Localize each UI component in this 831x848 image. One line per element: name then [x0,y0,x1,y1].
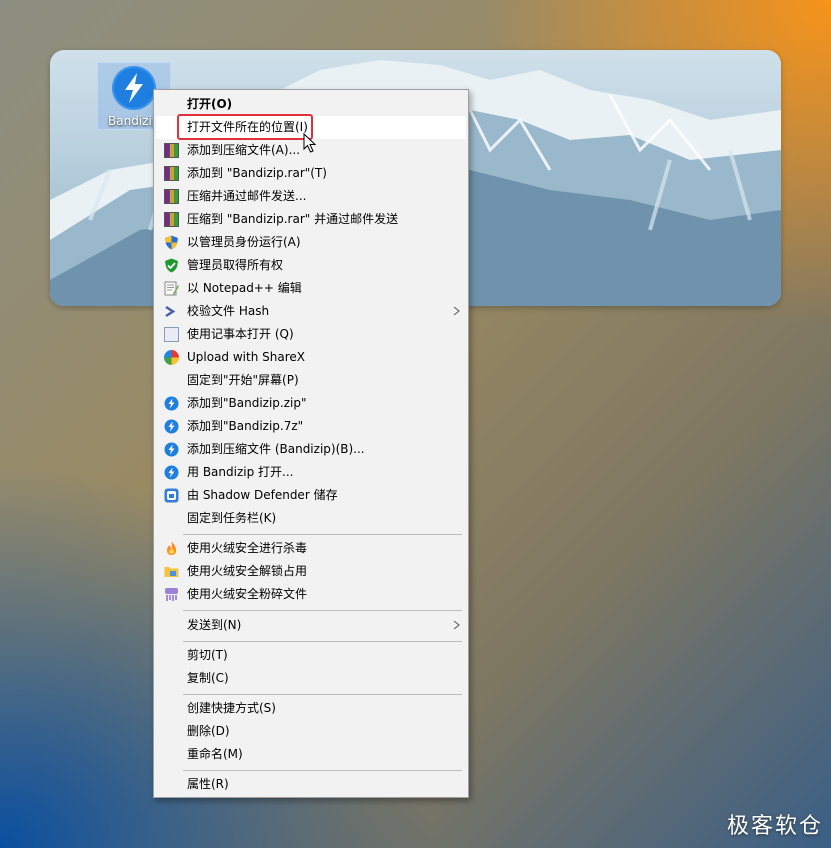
menu-item-hash[interactable]: 校验文件 Hash [156,300,466,323]
menu-item-delete[interactable]: 删除(D) [156,720,466,743]
mouse-pointer-icon [303,133,317,153]
menu-item-add-to-rar[interactable]: 添加到 "Bandizip.rar"(T) [156,162,466,185]
menu-item-open[interactable]: 打开(O) [156,93,466,116]
menu-item-label: 固定到任务栏(K) [187,511,277,525]
bandizip-icon [164,396,179,411]
menu-item-properties[interactable]: 属性(R) [156,773,466,796]
chevron-right-icon [453,620,460,630]
winrar-icon [164,212,179,227]
menu-item-huorong-unlock[interactable]: 使用火绒安全解锁占用 [156,560,466,583]
shadow-defender-icon [164,488,179,503]
menu-separator [183,534,462,535]
bandizip-icon [164,465,179,480]
menu-item-add-to-zip[interactable]: 添加到"Bandizip.zip" [156,392,466,415]
menu-item-label: 发送到(N) [187,618,242,632]
menu-item-send-to[interactable]: 发送到(N) [156,614,466,637]
menu-item-label: 删除(D) [187,724,230,738]
menu-item-copy[interactable]: 复制(C) [156,667,466,690]
menu-item-add-to-7z[interactable]: 添加到"Bandizip.7z" [156,415,466,438]
winrar-icon [164,143,179,158]
winrar-icon [164,189,179,204]
menu-separator [183,641,462,642]
huorong-fire-icon [167,541,176,555]
menu-separator [183,610,462,611]
menu-item-label: 添加到压缩文件(A)... [187,143,301,157]
menu-item-label: 由 Shadow Defender 储存 [187,488,338,502]
menu-item-huorong-shred[interactable]: 使用火绒安全粉碎文件 [156,583,466,606]
menu-item-add-to-archive-bandizip[interactable]: 添加到压缩文件 (Bandizip)(B)... [156,438,466,461]
desktop-icon-label: Bandizip [108,114,160,128]
menu-item-label: 用 Bandizip 打开... [187,465,294,479]
menu-item-take-ownership[interactable]: 管理员取得所有权 [156,254,466,277]
menu-item-label: 使用火绒安全解锁占用 [187,564,308,578]
menu-separator [183,694,462,695]
menu-item-upload-sharex[interactable]: Upload with ShareX [156,346,466,369]
menu-item-open-with-notepad[interactable]: 使用记事本打开 (Q) [156,323,466,346]
menu-item-label: 压缩到 "Bandizip.rar" 并通过邮件发送 [187,212,399,226]
menu-item-label: 校验文件 Hash [187,304,270,318]
watermark-text: 极客软仓 [726,814,823,839]
menu-item-label: 固定到"开始"屏幕(P) [187,373,299,387]
menu-item-rename[interactable]: 重命名(M) [156,743,466,766]
menu-item-label: 添加到压缩文件 (Bandizip)(B)... [187,442,365,456]
notepadpp-icon [164,281,179,296]
menu-item-shadow-defender[interactable]: 由 Shadow Defender 储存 [156,484,466,507]
menu-item-edit-with-notepadpp[interactable]: 以 Notepad++ 编辑 [156,277,466,300]
menu-item-label: 复制(C) [187,671,229,685]
highlight-annotation-box [177,114,313,140]
menu-item-label: 使用火绒安全粉碎文件 [187,587,308,601]
menu-item-create-shortcut[interactable]: 创建快捷方式(S) [156,697,466,720]
menu-item-compress-to-rar-and-email[interactable]: 压缩到 "Bandizip.rar" 并通过邮件发送 [156,208,466,231]
menu-item-label: 使用记事本打开 (Q) [187,327,294,341]
menu-item-label: 剪切(T) [187,648,228,662]
menu-item-label: 以 Notepad++ 编辑 [187,281,302,295]
bandizip-icon [164,419,179,434]
menu-item-label: 属性(R) [187,777,229,791]
bandizip-logo-icon [112,66,156,110]
context-menu: 打开(O) 打开文件所在的位置(I) 添加到压缩文件(A)... 添加到 "Ba… [153,89,469,798]
menu-item-label: 使用火绒安全进行杀毒 [187,541,308,555]
bandizip-icon [164,442,179,457]
menu-item-label: 管理员取得所有权 [187,258,284,272]
notepad-icon [164,327,179,342]
menu-item-pin-to-start[interactable]: 固定到"开始"屏幕(P) [156,369,466,392]
menu-item-pin-to-taskbar[interactable]: 固定到任务栏(K) [156,507,466,530]
menu-item-label: 打开(O) [187,97,233,111]
menu-separator [183,770,462,771]
menu-item-open-with-bandizip[interactable]: 用 Bandizip 打开... [156,461,466,484]
menu-item-label: 创建快捷方式(S) [187,701,276,715]
sharex-icon [164,350,179,365]
menu-item-label: 添加到"Bandizip.zip" [187,396,307,410]
menu-item-label: 添加到 "Bandizip.rar"(T) [187,166,327,180]
menu-item-label: Upload with ShareX [187,350,305,364]
shredder-icon [165,588,178,601]
menu-item-cut[interactable]: 剪切(T) [156,644,466,667]
chevron-right-icon [453,306,460,316]
folder-unlock-icon [164,567,179,577]
menu-item-huorong-scan[interactable]: 使用火绒安全进行杀毒 [156,537,466,560]
menu-item-label: 压缩并通过邮件发送... [187,189,307,203]
menu-item-label: 以管理员身份运行(A) [187,235,301,249]
green-shield-icon [165,258,178,273]
hash-icon [165,305,176,318]
menu-item-label: 添加到"Bandizip.7z" [187,419,304,433]
menu-item-label: 重命名(M) [187,747,243,761]
menu-item-compress-and-email[interactable]: 压缩并通过邮件发送... [156,185,466,208]
uac-shield-icon [165,235,178,250]
menu-item-run-as-admin[interactable]: 以管理员身份运行(A) [156,231,466,254]
winrar-icon [164,166,179,181]
